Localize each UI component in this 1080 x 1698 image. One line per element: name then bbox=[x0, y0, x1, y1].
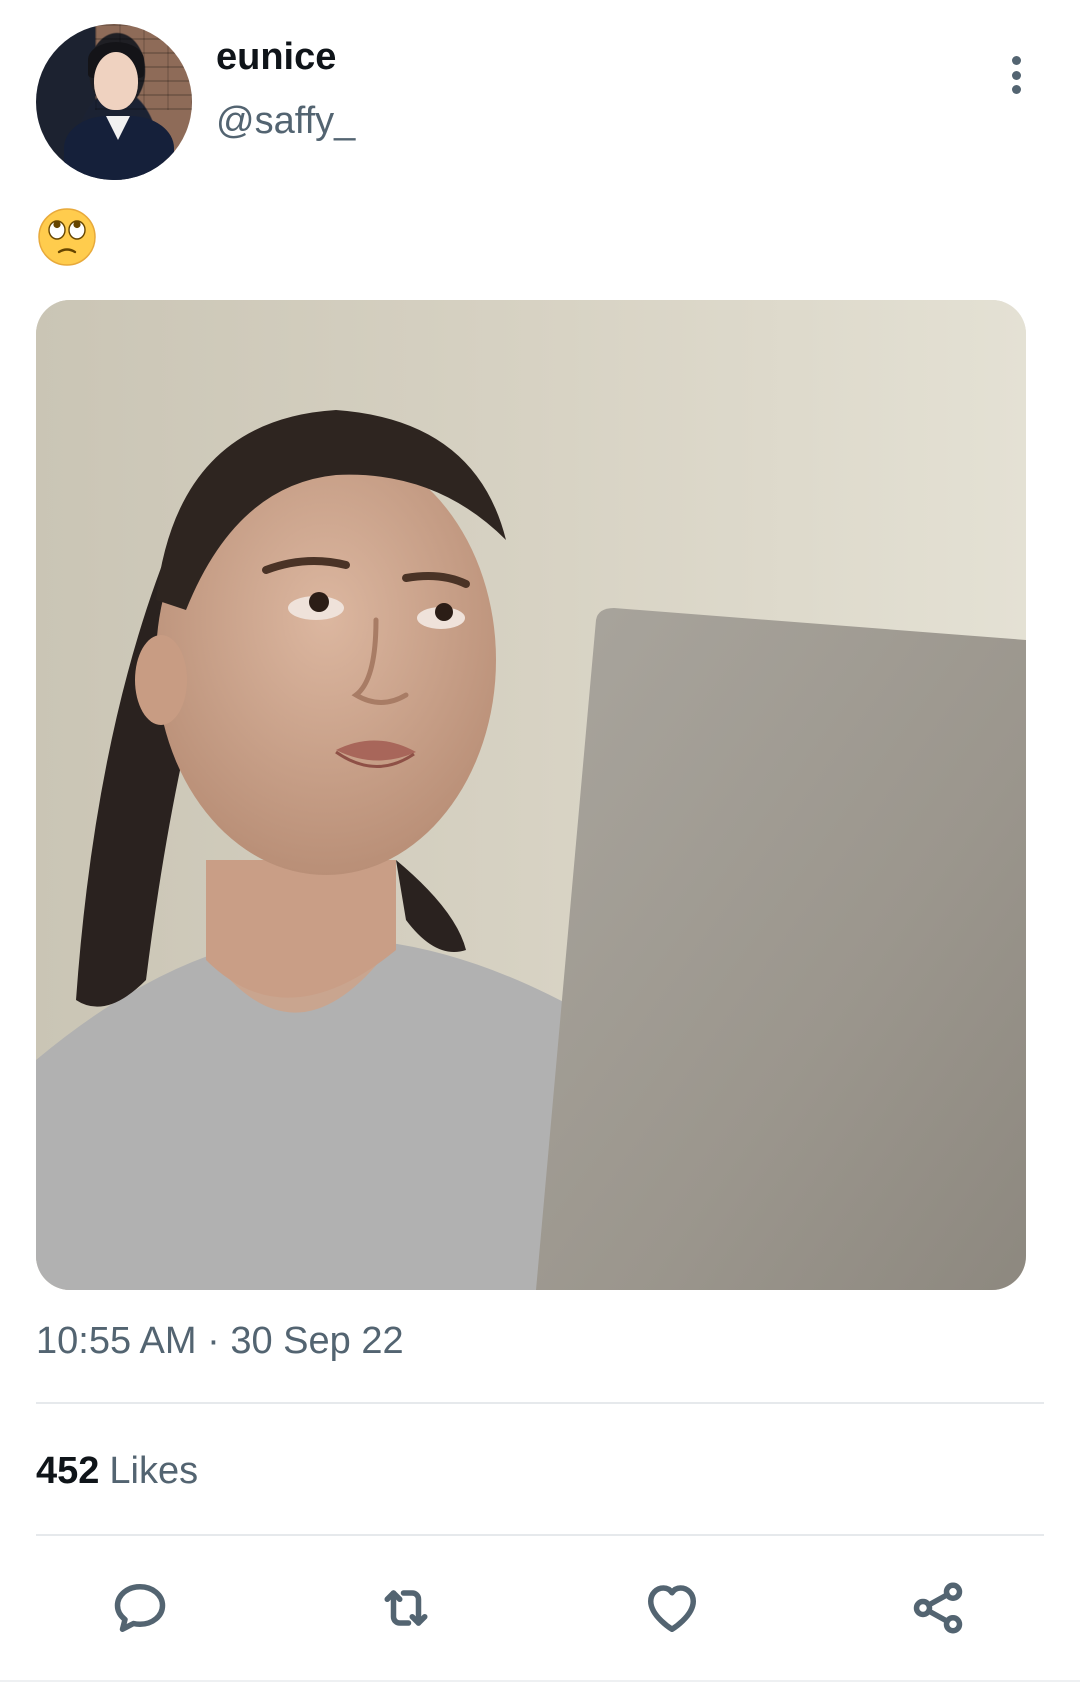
avatar[interactable] bbox=[36, 24, 192, 180]
share-icon bbox=[913, 1582, 963, 1634]
likes-label: Likes bbox=[109, 1450, 199, 1492]
display-name[interactable]: eunice bbox=[216, 36, 336, 79]
like-button[interactable] bbox=[640, 1576, 704, 1640]
share-button[interactable] bbox=[906, 1576, 970, 1640]
photo-illustration bbox=[36, 300, 1026, 1290]
retweet-button[interactable] bbox=[374, 1576, 438, 1640]
tweet-timestamp[interactable]: 10:55 AM · 30 Sep 22 bbox=[36, 1320, 404, 1363]
divider bbox=[36, 1402, 1044, 1404]
face-with-rolling-eyes-emoji bbox=[38, 208, 96, 266]
likes-stat[interactable]: 452 Likes bbox=[36, 1450, 198, 1493]
more-icon-dot bbox=[1011, 70, 1021, 80]
bottom-divider bbox=[0, 1680, 1080, 1682]
reply-button[interactable] bbox=[108, 1576, 172, 1640]
more-icon-dot bbox=[1011, 85, 1021, 94]
avatar-face bbox=[94, 52, 138, 110]
heart-icon bbox=[648, 1585, 696, 1632]
divider bbox=[36, 1534, 1044, 1536]
retweet-icon bbox=[384, 1590, 428, 1626]
tweet-detail: eunice @saffy_ 10:55 AM · 30 Sep 22 452 … bbox=[0, 0, 1080, 1698]
more-options-button[interactable] bbox=[996, 50, 1036, 100]
reply-icon bbox=[114, 1584, 166, 1632]
tweet-media-photo[interactable] bbox=[36, 300, 1026, 1290]
likes-count: 452 bbox=[36, 1450, 100, 1492]
user-handle[interactable]: @saffy_ bbox=[216, 100, 355, 143]
more-icon-dot bbox=[1011, 56, 1021, 65]
